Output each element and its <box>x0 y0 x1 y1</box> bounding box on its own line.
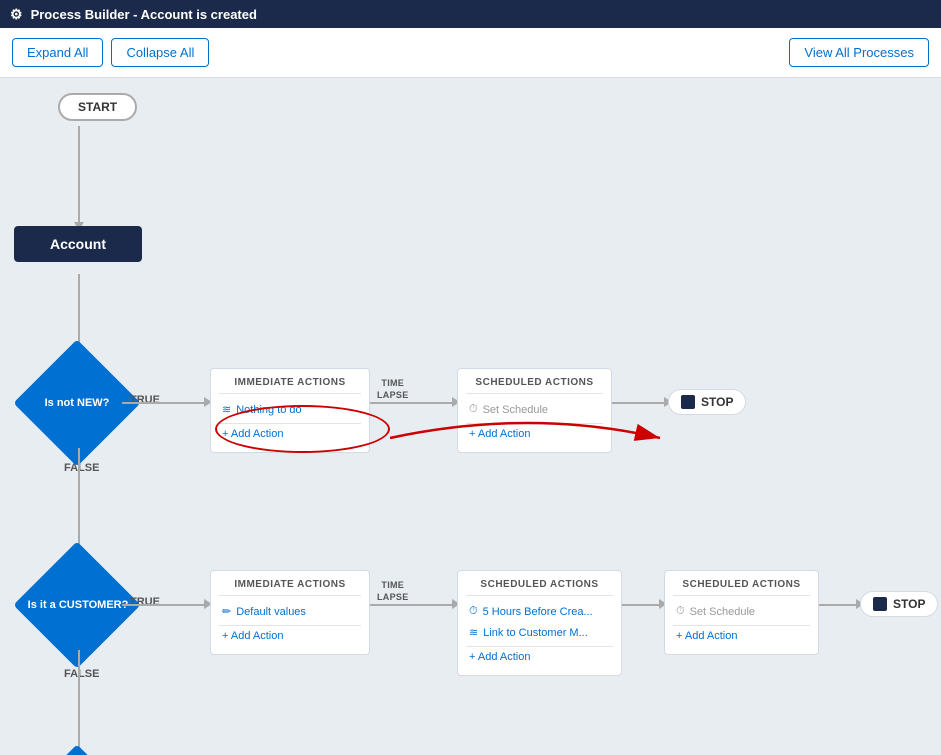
gear-icon: ⚙ <box>10 6 23 23</box>
title-text: Process Builder - Account is created <box>31 7 257 22</box>
clock-icon-row2a: ⏱ <box>469 605 478 618</box>
collapse-all-button[interactable]: Collapse All <box>111 38 209 67</box>
stop-button-row2[interactable]: STOP <box>860 591 938 617</box>
title-bar: ⚙ Process Builder - Account is created <box>0 0 941 28</box>
scheduled-actions1-title-row2: SCHEDULED ACTIONS <box>466 579 613 596</box>
toolbar: Expand All Collapse All View All Process… <box>0 28 941 78</box>
pencil-icon-row2: ✏ <box>222 605 231 618</box>
connector-to-stop-row1 <box>612 402 667 404</box>
immediate-actions-row2: IMMEDIATE ACTIONS ✏ Default values + Add… <box>210 570 370 655</box>
true-label-row2: TRUE <box>130 596 160 608</box>
connector-start-account <box>78 126 80 226</box>
nothing-to-do-item[interactable]: ≋ Nothing to do <box>219 399 361 420</box>
expand-all-button[interactable]: Expand All <box>12 38 103 67</box>
connector-false-row2 <box>78 650 80 755</box>
default-values-item[interactable]: ✏ Default values <box>219 601 361 622</box>
stop-square-row2 <box>873 597 887 611</box>
stop-label-row2: STOP <box>893 597 925 611</box>
scheduled-actions2-title-row2: SCHEDULED ACTIONS <box>673 579 810 596</box>
add-action-sched1-row2[interactable]: + Add Action <box>466 646 613 667</box>
immediate-actions-row1: IMMEDIATE ACTIONS ≋ Nothing to do + Add … <box>210 368 370 453</box>
connector-timelapse-row2 <box>370 604 455 606</box>
connector-true-row1 <box>122 402 207 404</box>
time-lapse-label-row2: TIMELAPSE <box>377 580 409 603</box>
immediate-actions-title-row2: IMMEDIATE ACTIONS <box>219 579 361 596</box>
account-block[interactable]: Account <box>14 226 142 262</box>
add-action-row1[interactable]: + Add Action <box>219 423 361 444</box>
canvas: START Account Is not NEW? TRUE FALSE IMM… <box>0 78 941 755</box>
clock-icon-row1: ⏱ <box>469 403 478 416</box>
time-lapse-label-row1: TIMELAPSE <box>377 378 409 401</box>
five-hours-item[interactable]: ⏱ 5 Hours Before Crea... <box>466 601 613 622</box>
link-icon-row2: ≋ <box>469 626 478 639</box>
connector-false-row1 <box>78 448 80 558</box>
connector-true-row2 <box>122 604 207 606</box>
stop-label-row1: STOP <box>701 395 733 409</box>
set-schedule-item-row2[interactable]: ⏱ Set Schedule <box>673 601 810 622</box>
add-action-row2[interactable]: + Add Action <box>219 625 361 646</box>
toolbar-left: Expand All Collapse All <box>12 38 209 67</box>
connector-sched-row2 <box>622 604 662 606</box>
diamond-is-vendor[interactable] <box>13 744 140 755</box>
false-label-row2: FALSE <box>64 668 99 680</box>
nothing-to-do-label: Nothing to do <box>236 404 301 416</box>
scheduled-actions2-row2: SCHEDULED ACTIONS ⏱ Set Schedule + Add A… <box>664 570 819 655</box>
link-customer-item[interactable]: ≋ Link to Customer M... <box>466 622 613 643</box>
connector-to-stop-row2 <box>819 604 859 606</box>
scheduled-actions-title-row1: SCHEDULED ACTIONS <box>466 377 603 394</box>
true-label-row1: TRUE <box>130 394 160 406</box>
stop-button-row1[interactable]: STOP <box>668 389 746 415</box>
connector-timelapse-row1 <box>370 402 455 404</box>
stop-square-row1 <box>681 395 695 409</box>
pencil-icon-row1: ≋ <box>222 403 231 416</box>
scheduled-actions-row1: SCHEDULED ACTIONS ⏱ Set Schedule + Add A… <box>457 368 612 453</box>
add-action-sched-row1[interactable]: + Add Action <box>466 423 603 444</box>
scheduled-actions1-row2: SCHEDULED ACTIONS ⏱ 5 Hours Before Crea.… <box>457 570 622 676</box>
add-action-sched2-row2[interactable]: + Add Action <box>673 625 810 646</box>
clock-icon-row2b: ⏱ <box>676 605 685 618</box>
set-schedule-item-row1[interactable]: ⏱ Set Schedule <box>466 399 603 420</box>
immediate-actions-title-row1: IMMEDIATE ACTIONS <box>219 377 361 394</box>
false-label-row1: FALSE <box>64 462 99 474</box>
start-node: START <box>58 93 137 121</box>
view-all-processes-button[interactable]: View All Processes <box>789 38 929 67</box>
